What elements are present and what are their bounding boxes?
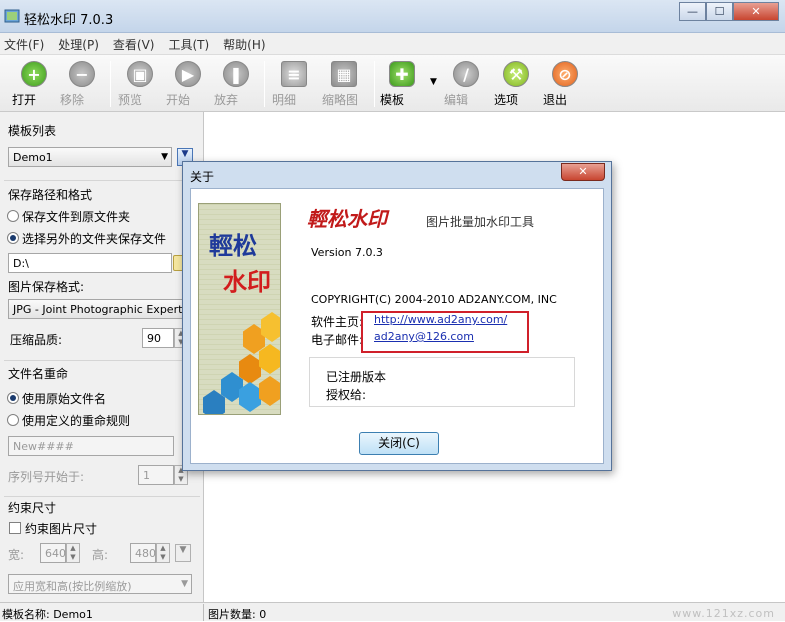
status-template: 模板名称: Demo1 xyxy=(2,608,93,621)
rename-custom-label: 使用定义的重命规则 xyxy=(22,414,131,428)
about-close-button[interactable]: 关闭(C) xyxy=(359,432,439,455)
format-select[interactable]: JPG - Joint Photographic Experts Gr xyxy=(8,299,184,319)
width-stepper[interactable]: ▲ ▼ xyxy=(66,543,80,563)
remove-button[interactable]: − 移除 xyxy=(60,59,104,111)
format-label: 图片保存格式: xyxy=(8,280,85,294)
menu-tools[interactable]: 工具(T) xyxy=(168,33,215,54)
height-input[interactable]: 480 xyxy=(130,543,156,563)
close-icon[interactable]: ✕ xyxy=(561,163,605,181)
highlight-box xyxy=(361,311,529,353)
quality-label: 压缩品质: xyxy=(10,333,63,347)
template-dropdown-icon[interactable]: ▼ xyxy=(430,77,437,87)
pencil-icon: / xyxy=(453,61,479,87)
template-button[interactable]: ✚ 模板 xyxy=(380,59,424,111)
edit-button[interactable]: / 编辑 xyxy=(444,59,488,111)
minimize-button[interactable]: — xyxy=(679,2,706,21)
copyright-text: COPYRIGHT(C) 2004-2010 AD2ANY.COM, INC xyxy=(311,293,557,306)
open-button[interactable]: + 打开 xyxy=(12,59,56,111)
registered-text: 已注册版本 xyxy=(326,370,387,384)
menu-view[interactable]: 查看(V) xyxy=(113,33,161,54)
save-original-label: 保存文件到原文件夹 xyxy=(22,210,131,224)
width-label: 宽: xyxy=(8,548,25,562)
chevron-down-icon: ▼ xyxy=(161,152,168,162)
menu-file[interactable]: 文件(F) xyxy=(4,33,50,54)
registration-box: 已注册版本 授权给: xyxy=(309,357,575,407)
site-watermark: www.121xz.com xyxy=(672,607,775,620)
no-entry-icon: ⊘ xyxy=(552,61,578,87)
rename-original-radio[interactable] xyxy=(7,392,19,404)
play-icon: ▶ xyxy=(175,61,201,87)
pause-icon: ❚ xyxy=(223,61,249,87)
rename-pattern-input[interactable]: New#### xyxy=(8,436,174,456)
abort-button[interactable]: ❚ 放弃 xyxy=(214,59,258,111)
save-other-label: 选择另外的文件夹保存文件 xyxy=(22,232,167,246)
email-label: 电子邮件: xyxy=(311,333,364,347)
close-window-button[interactable]: ✕ xyxy=(733,2,779,21)
save-original-radio[interactable] xyxy=(7,210,19,222)
detail-button[interactable]: ≡ 明细 xyxy=(272,59,316,111)
version-text: Version 7.0.3 xyxy=(311,246,383,259)
height-stepper[interactable]: ▲ ▼ xyxy=(156,543,170,563)
licensed-to-text: 授权给: xyxy=(326,388,367,402)
sequence-input[interactable]: 1 xyxy=(138,465,174,485)
template-list-title: 模板列表 xyxy=(8,124,57,138)
start-button[interactable]: ▶ 开始 xyxy=(166,59,210,111)
thumbnail-grid-icon: ▦ xyxy=(331,61,357,87)
rename-group-title: 文件名重命 xyxy=(8,367,69,381)
brand-subtitle: 图片批量加水印工具 xyxy=(426,215,535,229)
save-other-radio[interactable] xyxy=(7,232,19,244)
monitor-icon: ▣ xyxy=(127,61,153,87)
rename-custom-radio[interactable] xyxy=(7,414,19,426)
about-dialog-body: 輕松 水印 輕松水印 图片批量加水印工具 Version 7.0.3 COPYR… xyxy=(190,188,604,464)
menu-process[interactable]: 处理(P) xyxy=(58,33,105,54)
constrain-checkbox[interactable] xyxy=(9,522,21,534)
rename-original-label: 使用原始文件名 xyxy=(22,392,107,406)
scale-mode-select[interactable]: 应用宽和高(按比例缩放) ▼ xyxy=(8,574,192,594)
app-icon xyxy=(4,9,20,23)
puzzle-icon: ✚ xyxy=(389,61,415,87)
save-group-title: 保存路径和格式 xyxy=(8,188,93,202)
quality-input[interactable]: 90 xyxy=(142,328,174,348)
thumbnail-button[interactable]: ▦ 缩略图 xyxy=(322,59,366,111)
about-dialog: 关于 ✕ 輕松 水印 輕松水印 图片批量加水印工具 Version 7.0.3 … xyxy=(182,161,612,471)
options-button[interactable]: ⚒ 选项 xyxy=(494,59,538,111)
product-logo: 輕松 水印 xyxy=(198,203,281,415)
about-dialog-title: 关于 xyxy=(190,170,215,184)
wrench-icon: ⚒ xyxy=(503,61,529,87)
window-title: 轻松水印 7.0.3 xyxy=(24,13,114,28)
sequence-label: 序列号开始于: xyxy=(8,470,85,484)
title-bar: 轻松水印 7.0.3 — ☐ ✕ xyxy=(0,0,785,33)
chevron-down-icon: ▼ xyxy=(181,579,188,589)
size-menu-button[interactable]: ▼ xyxy=(175,544,191,562)
preview-button[interactable]: ▣ 预览 xyxy=(118,59,162,111)
settings-panel: 模板列表 Demo1 ▼ ▼ 保存路径和格式 保存文件到原文件夹 选择另外的文件夹… xyxy=(0,112,204,602)
menu-bar: 文件(F) 处理(P) 查看(V) 工具(T) 帮助(H) xyxy=(0,33,785,55)
maximize-button[interactable]: ☐ xyxy=(706,2,733,21)
width-input[interactable]: 640 xyxy=(40,543,66,563)
minus-icon: − xyxy=(69,61,95,87)
height-label: 高: xyxy=(92,548,109,562)
menu-help[interactable]: 帮助(H) xyxy=(223,33,271,54)
constrain-group-title: 约束尺寸 xyxy=(8,501,57,515)
brand-title: 輕松水印 xyxy=(307,207,387,231)
toolbar: + 打开 − 移除 ▣ 预览 ▶ 开始 ❚ 放弃 ≡ 明细 ▦ 缩略图 ✚ 模板… xyxy=(0,55,785,112)
status-image-count: 图片数量: 0 xyxy=(208,608,267,621)
constrain-label: 约束图片尺寸 xyxy=(25,522,98,536)
exit-button[interactable]: ⊘ 退出 xyxy=(543,59,587,111)
template-select[interactable]: Demo1 ▼ xyxy=(8,147,172,167)
save-path-input[interactable]: D:\ xyxy=(8,253,172,273)
plus-icon: + xyxy=(21,61,47,87)
homepage-label: 软件主页: xyxy=(311,315,364,329)
status-bar: 模板名称: Demo1 图片数量: 0 www.121xz.com xyxy=(0,602,785,621)
detail-list-icon: ≡ xyxy=(281,61,307,87)
